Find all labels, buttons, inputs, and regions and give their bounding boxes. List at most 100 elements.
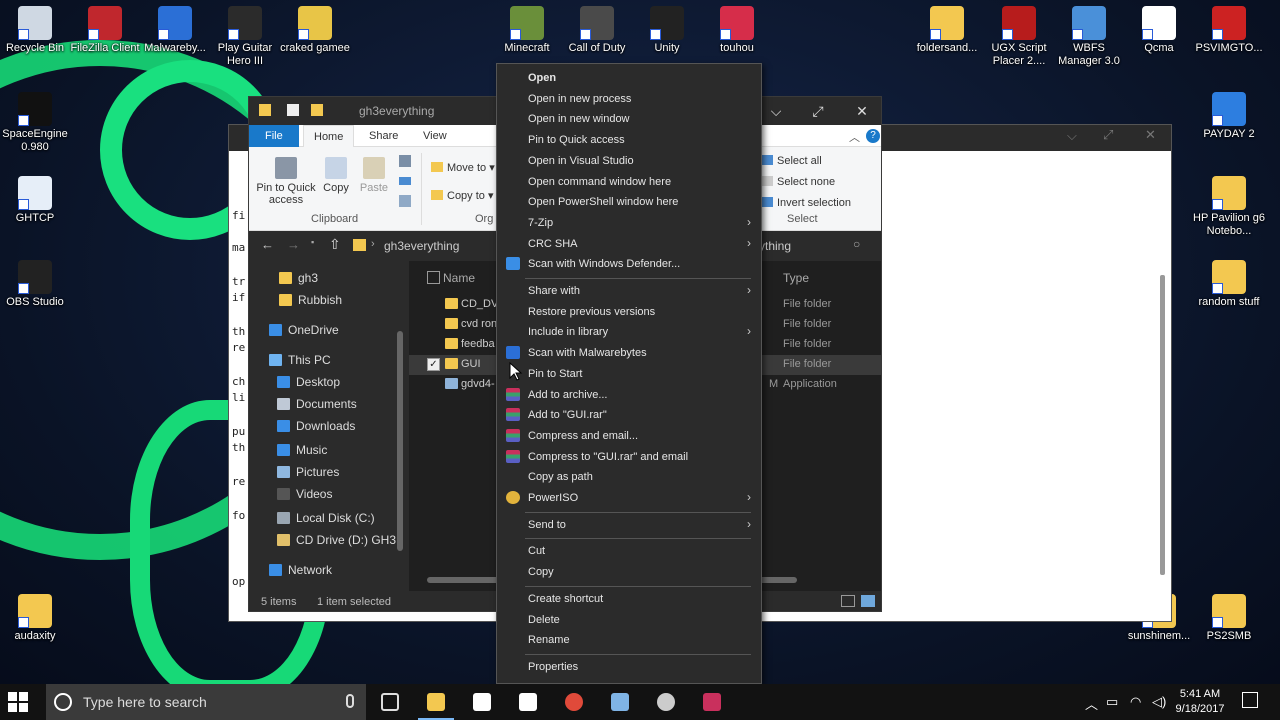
desktop-icon-folder[interactable]: PS2SMB: [1192, 590, 1266, 643]
taskbar-task-view-button[interactable]: [372, 688, 408, 716]
paste-shortcut-icon[interactable]: [399, 195, 411, 207]
menu-item[interactable]: Open in new window: [497, 109, 761, 129]
desktop-icon-spaceengine[interactable]: SpaceEngine 0.980: [0, 88, 72, 154]
menu-item[interactable]: Pin to Start: [497, 364, 761, 384]
large-icons-view-icon[interactable]: [861, 595, 875, 607]
desktop-icon-unity[interactable]: Unity: [630, 2, 704, 55]
nav-item-cd[interactable]: CD Drive (D:) GH3: [277, 533, 396, 555]
copy-button[interactable]: Copy: [321, 157, 351, 194]
menu-item[interactable]: Pin to Quick access: [497, 130, 761, 150]
nav-item-pictures[interactable]: Pictures: [277, 465, 339, 487]
desktop-icon-obs[interactable]: OBS Studio: [0, 256, 72, 309]
menu-item[interactable]: Include in library ›: [497, 322, 761, 342]
nav-item-downloads[interactable]: Downloads: [277, 419, 355, 441]
close-icon[interactable]: ✕: [847, 101, 877, 121]
menu-item[interactable]: Properties: [497, 657, 761, 677]
taskbar-store-button[interactable]: [464, 688, 500, 716]
show-hidden-icons-icon[interactable]: ︿: [1085, 694, 1098, 713]
row-checkbox[interactable]: ✓: [427, 358, 440, 371]
desktop-icon-wbfs[interactable]: WBFS Manager 3.0: [1052, 2, 1126, 68]
breadcrumb[interactable]: gh3everything: [384, 239, 459, 253]
desktop-icon-folder[interactable]: random stuff: [1192, 256, 1266, 309]
maximize-icon[interactable]: ⤢: [803, 101, 833, 121]
up-arrow-icon[interactable]: ⇧: [329, 236, 341, 253]
wifi-icon[interactable]: ◠: [1130, 694, 1141, 710]
taskbar-mail-button[interactable]: [510, 688, 546, 716]
desktop-icon-guitar-hero[interactable]: Play Guitar Hero III: [208, 2, 282, 68]
desktop-icon-call-of-duty[interactable]: Call of Duty: [560, 2, 634, 55]
volume-icon[interactable]: ◁): [1152, 694, 1166, 710]
column-name[interactable]: Name: [443, 271, 475, 285]
clock[interactable]: 5:41 AM 9/18/2017: [1168, 687, 1232, 717]
copy-to-button[interactable]: Copy to ▾: [431, 189, 494, 202]
select-all-checkbox[interactable]: [427, 271, 440, 284]
nav-item-music[interactable]: Music: [277, 443, 327, 465]
recent-locations-icon[interactable]: ▪: [311, 237, 314, 247]
nav-item-folder[interactable]: gh3: [279, 271, 318, 293]
nav-scrollbar[interactable]: [397, 331, 403, 551]
menu-item[interactable]: Open in new process: [497, 89, 761, 109]
taskbar-search[interactable]: Type here to search: [46, 684, 366, 720]
taskbar-file-explorer-button[interactable]: [418, 688, 454, 720]
menu-item[interactable]: Scan with Windows Defender...: [497, 254, 761, 274]
desktop-icon-recycle-bin[interactable]: Recycle Bin: [0, 2, 72, 55]
menu-item[interactable]: Delete: [497, 610, 761, 630]
properties-icon[interactable]: [287, 104, 299, 116]
copy-path-icon[interactable]: [399, 177, 411, 185]
column-type[interactable]: Type: [783, 271, 809, 285]
minimize-icon[interactable]: ⌵: [1067, 129, 1077, 144]
invert-selection-button[interactable]: Invert selection: [761, 197, 851, 209]
pin-quick-access-button[interactable]: Pin to Quick access: [255, 157, 317, 206]
menu-item[interactable]: Share with ›: [497, 281, 761, 301]
nav-item-disk[interactable]: Local Disk (C:): [277, 511, 375, 533]
menu-item[interactable]: Rename: [497, 630, 761, 650]
microphone-icon[interactable]: [346, 694, 354, 708]
menu-item[interactable]: PowerISO ›: [497, 488, 761, 508]
menu-item[interactable]: Add to "GUI.rar": [497, 405, 761, 425]
minimize-icon[interactable]: ⌵: [761, 101, 791, 121]
menu-item[interactable]: Add to archive...: [497, 385, 761, 405]
desktop-icon-folder[interactable]: audaxity: [0, 590, 72, 643]
menu-item[interactable]: Compress and email...: [497, 426, 761, 446]
desktop-icon-document[interactable]: GHTCP: [0, 172, 72, 225]
forward-arrow-icon[interactable]: →: [287, 237, 300, 252]
new-folder-icon[interactable]: [311, 104, 323, 116]
desktop-icon-psvimgtools[interactable]: PSVIMGTO...: [1192, 2, 1266, 55]
menu-item[interactable]: Send to ›: [497, 515, 761, 535]
close-icon[interactable]: ✕: [1145, 128, 1156, 143]
menu-item[interactable]: Open PowerShell window here: [497, 192, 761, 212]
menu-item[interactable]: Create shortcut: [497, 589, 761, 609]
tab-home[interactable]: Home: [303, 125, 355, 147]
details-view-icon[interactable]: [841, 595, 855, 607]
desktop-icon-touhou[interactable]: touhou: [700, 2, 774, 55]
tab-file[interactable]: File: [249, 125, 299, 147]
desktop-icon-folder[interactable]: foldersand...: [910, 2, 984, 55]
search-icon[interactable]: ○: [853, 237, 860, 251]
maximize-icon[interactable]: ⤢: [1103, 128, 1113, 143]
desktop-icon-folder-zip[interactable]: craked gamee: [278, 2, 352, 55]
nav-item-desktop[interactable]: Desktop: [277, 375, 340, 397]
menu-item[interactable]: Restore previous versions: [497, 302, 761, 322]
select-none-button[interactable]: Select none: [761, 176, 835, 188]
tab-share[interactable]: Share: [359, 125, 408, 147]
menu-item[interactable]: Open: [497, 68, 761, 88]
nav-item-computer[interactable]: This PC: [269, 353, 331, 375]
taskbar-winrar-button[interactable]: [694, 688, 730, 716]
nav-item-documents[interactable]: Documents: [277, 397, 357, 419]
menu-item[interactable]: 7-Zip ›: [497, 213, 761, 233]
desktop-icon-qcma[interactable]: Qcma: [1122, 2, 1196, 55]
back-arrow-icon[interactable]: ←: [261, 237, 274, 252]
desktop-icon-folder[interactable]: HP Pavilion g6 Notebo...: [1192, 172, 1266, 238]
desktop-icon-filezilla[interactable]: FileZilla Client: [68, 2, 142, 55]
menu-item[interactable]: Scan with Malwarebytes: [497, 343, 761, 363]
menu-item[interactable]: Open command window here: [497, 172, 761, 192]
paste-button[interactable]: Paste: [359, 157, 389, 194]
menu-item[interactable]: CRC SHA ›: [497, 234, 761, 254]
cut-icon[interactable]: [399, 155, 411, 167]
menu-item[interactable]: Cut: [497, 541, 761, 561]
background-scrollbar[interactable]: [1160, 275, 1165, 575]
select-all-button[interactable]: Select all: [761, 155, 822, 167]
desktop-icon-malwarebytes[interactable]: Malwareby...: [138, 2, 212, 55]
desktop-icon-ugx[interactable]: UGX Script Placer 2....: [982, 2, 1056, 68]
cortana-icon[interactable]: [54, 693, 72, 711]
